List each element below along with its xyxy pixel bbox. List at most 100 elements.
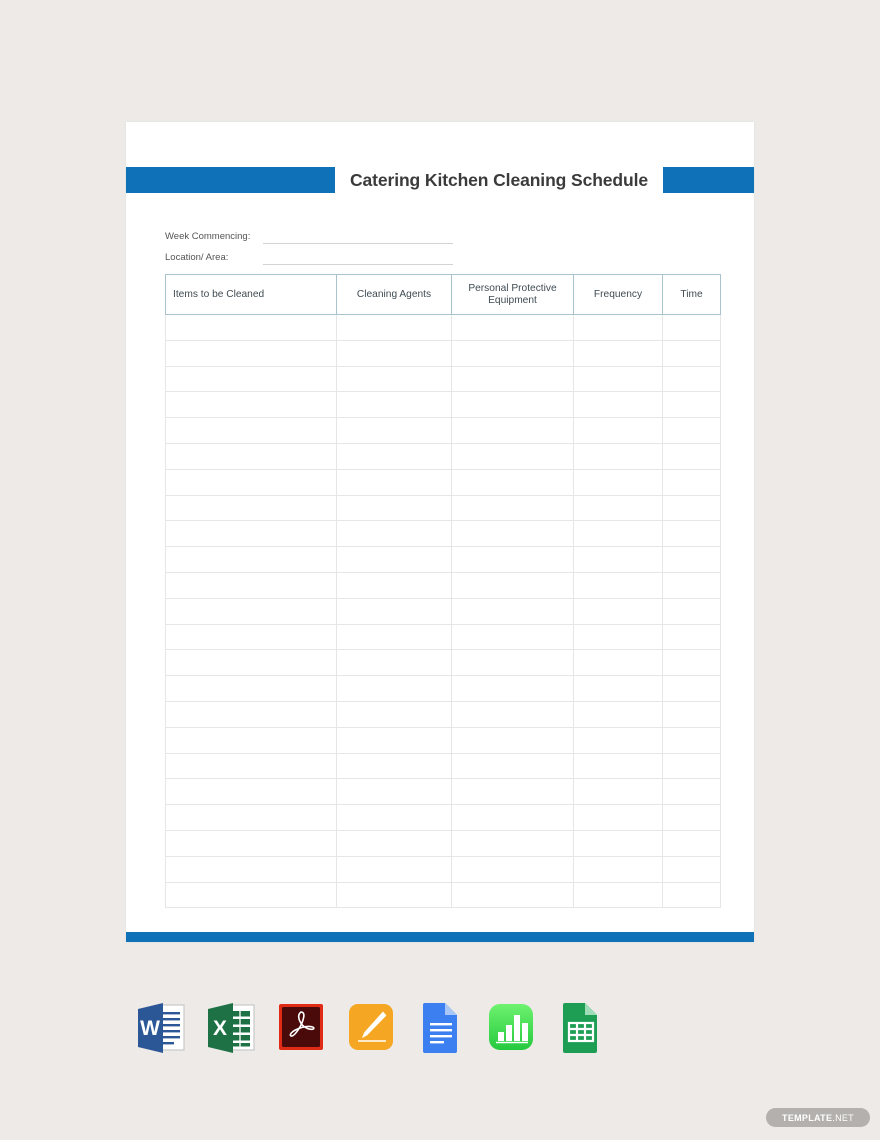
table-cell-freq[interactable] bbox=[573, 597, 663, 625]
table-cell-agents[interactable] bbox=[336, 520, 452, 548]
table-cell-freq[interactable] bbox=[573, 649, 663, 677]
table-cell-ppe[interactable] bbox=[451, 314, 574, 341]
table-cell-ppe[interactable] bbox=[451, 520, 574, 548]
table-cell-items[interactable] bbox=[165, 520, 337, 548]
table-cell-freq[interactable] bbox=[573, 752, 663, 780]
table-cell-agents[interactable] bbox=[336, 597, 452, 625]
table-cell-agents[interactable] bbox=[336, 881, 452, 909]
table-cell-ppe[interactable] bbox=[451, 365, 574, 393]
table-cell-items[interactable] bbox=[165, 675, 337, 702]
table-cell-items[interactable] bbox=[165, 442, 337, 470]
table-cell-ppe[interactable] bbox=[451, 855, 574, 883]
table-cell-freq[interactable] bbox=[573, 314, 663, 341]
google-sheets-icon[interactable] bbox=[553, 999, 609, 1057]
table-cell-ppe[interactable] bbox=[451, 339, 574, 367]
table-cell-items[interactable] bbox=[165, 571, 337, 599]
table-cell-items[interactable] bbox=[165, 700, 337, 728]
table-cell-items[interactable] bbox=[165, 597, 337, 625]
table-cell-freq[interactable] bbox=[573, 778, 663, 806]
table-cell-ppe[interactable] bbox=[451, 571, 574, 599]
table-cell-time[interactable] bbox=[662, 468, 721, 496]
table-cell-ppe[interactable] bbox=[451, 468, 574, 496]
table-cell-items[interactable] bbox=[165, 649, 337, 677]
table-cell-time[interactable] bbox=[662, 752, 721, 780]
table-cell-freq[interactable] bbox=[573, 520, 663, 548]
table-cell-freq[interactable] bbox=[573, 675, 663, 702]
table-cell-freq[interactable] bbox=[573, 726, 663, 754]
table-cell-items[interactable] bbox=[165, 494, 337, 522]
apple-numbers-icon[interactable] bbox=[483, 999, 539, 1057]
table-cell-ppe[interactable] bbox=[451, 442, 574, 470]
table-cell-freq[interactable] bbox=[573, 804, 663, 831]
table-cell-agents[interactable] bbox=[336, 649, 452, 677]
table-cell-freq[interactable] bbox=[573, 546, 663, 573]
word-icon[interactable]: W bbox=[133, 999, 189, 1057]
table-cell-items[interactable] bbox=[165, 855, 337, 883]
table-cell-ppe[interactable] bbox=[451, 546, 574, 573]
table-cell-agents[interactable] bbox=[336, 623, 452, 651]
table-cell-items[interactable] bbox=[165, 391, 337, 419]
table-cell-items[interactable] bbox=[165, 417, 337, 444]
table-cell-time[interactable] bbox=[662, 855, 721, 883]
table-cell-freq[interactable] bbox=[573, 339, 663, 367]
table-cell-freq[interactable] bbox=[573, 623, 663, 651]
table-cell-time[interactable] bbox=[662, 442, 721, 470]
table-cell-time[interactable] bbox=[662, 546, 721, 573]
table-cell-time[interactable] bbox=[662, 649, 721, 677]
table-cell-ppe[interactable] bbox=[451, 804, 574, 831]
table-cell-time[interactable] bbox=[662, 417, 721, 444]
table-cell-agents[interactable] bbox=[336, 804, 452, 831]
table-cell-ppe[interactable] bbox=[451, 881, 574, 909]
table-cell-ppe[interactable] bbox=[451, 675, 574, 702]
table-cell-time[interactable] bbox=[662, 314, 721, 341]
pdf-icon[interactable] bbox=[273, 999, 329, 1057]
table-cell-time[interactable] bbox=[662, 520, 721, 548]
table-cell-time[interactable] bbox=[662, 804, 721, 831]
table-cell-agents[interactable] bbox=[336, 494, 452, 522]
table-cell-freq[interactable] bbox=[573, 494, 663, 522]
table-cell-time[interactable] bbox=[662, 675, 721, 702]
field-week-commencing[interactable]: Week Commencing: bbox=[165, 226, 495, 244]
table-cell-time[interactable] bbox=[662, 365, 721, 393]
table-cell-items[interactable] bbox=[165, 339, 337, 367]
table-cell-time[interactable] bbox=[662, 778, 721, 806]
table-cell-freq[interactable] bbox=[573, 571, 663, 599]
table-cell-agents[interactable] bbox=[336, 752, 452, 780]
table-cell-agents[interactable] bbox=[336, 778, 452, 806]
excel-icon[interactable]: X bbox=[203, 999, 259, 1057]
table-cell-agents[interactable] bbox=[336, 829, 452, 857]
table-cell-agents[interactable] bbox=[336, 442, 452, 470]
table-cell-time[interactable] bbox=[662, 571, 721, 599]
table-cell-ppe[interactable] bbox=[451, 417, 574, 444]
apple-pages-icon[interactable] bbox=[343, 999, 399, 1057]
table-cell-items[interactable] bbox=[165, 365, 337, 393]
table-cell-items[interactable] bbox=[165, 623, 337, 651]
table-cell-agents[interactable] bbox=[336, 339, 452, 367]
table-cell-items[interactable] bbox=[165, 881, 337, 909]
table-cell-agents[interactable] bbox=[336, 726, 452, 754]
field-week-commencing-line[interactable] bbox=[263, 232, 453, 244]
table-cell-agents[interactable] bbox=[336, 391, 452, 419]
table-cell-agents[interactable] bbox=[336, 314, 452, 341]
table-cell-time[interactable] bbox=[662, 726, 721, 754]
table-cell-ppe[interactable] bbox=[451, 649, 574, 677]
field-location-area[interactable]: Location/ Area: bbox=[165, 247, 495, 265]
table-cell-freq[interactable] bbox=[573, 442, 663, 470]
table-cell-items[interactable] bbox=[165, 468, 337, 496]
google-docs-icon[interactable] bbox=[413, 999, 469, 1057]
table-cell-ppe[interactable] bbox=[451, 623, 574, 651]
table-cell-ppe[interactable] bbox=[451, 391, 574, 419]
table-cell-freq[interactable] bbox=[573, 829, 663, 857]
table-cell-ppe[interactable] bbox=[451, 752, 574, 780]
table-cell-time[interactable] bbox=[662, 881, 721, 909]
table-cell-freq[interactable] bbox=[573, 855, 663, 883]
table-cell-time[interactable] bbox=[662, 494, 721, 522]
table-cell-items[interactable] bbox=[165, 778, 337, 806]
table-cell-agents[interactable] bbox=[336, 365, 452, 393]
table-cell-agents[interactable] bbox=[336, 700, 452, 728]
table-cell-ppe[interactable] bbox=[451, 829, 574, 857]
table-cell-time[interactable] bbox=[662, 700, 721, 728]
table-cell-freq[interactable] bbox=[573, 365, 663, 393]
field-location-area-line[interactable] bbox=[263, 253, 453, 265]
table-cell-agents[interactable] bbox=[336, 546, 452, 573]
